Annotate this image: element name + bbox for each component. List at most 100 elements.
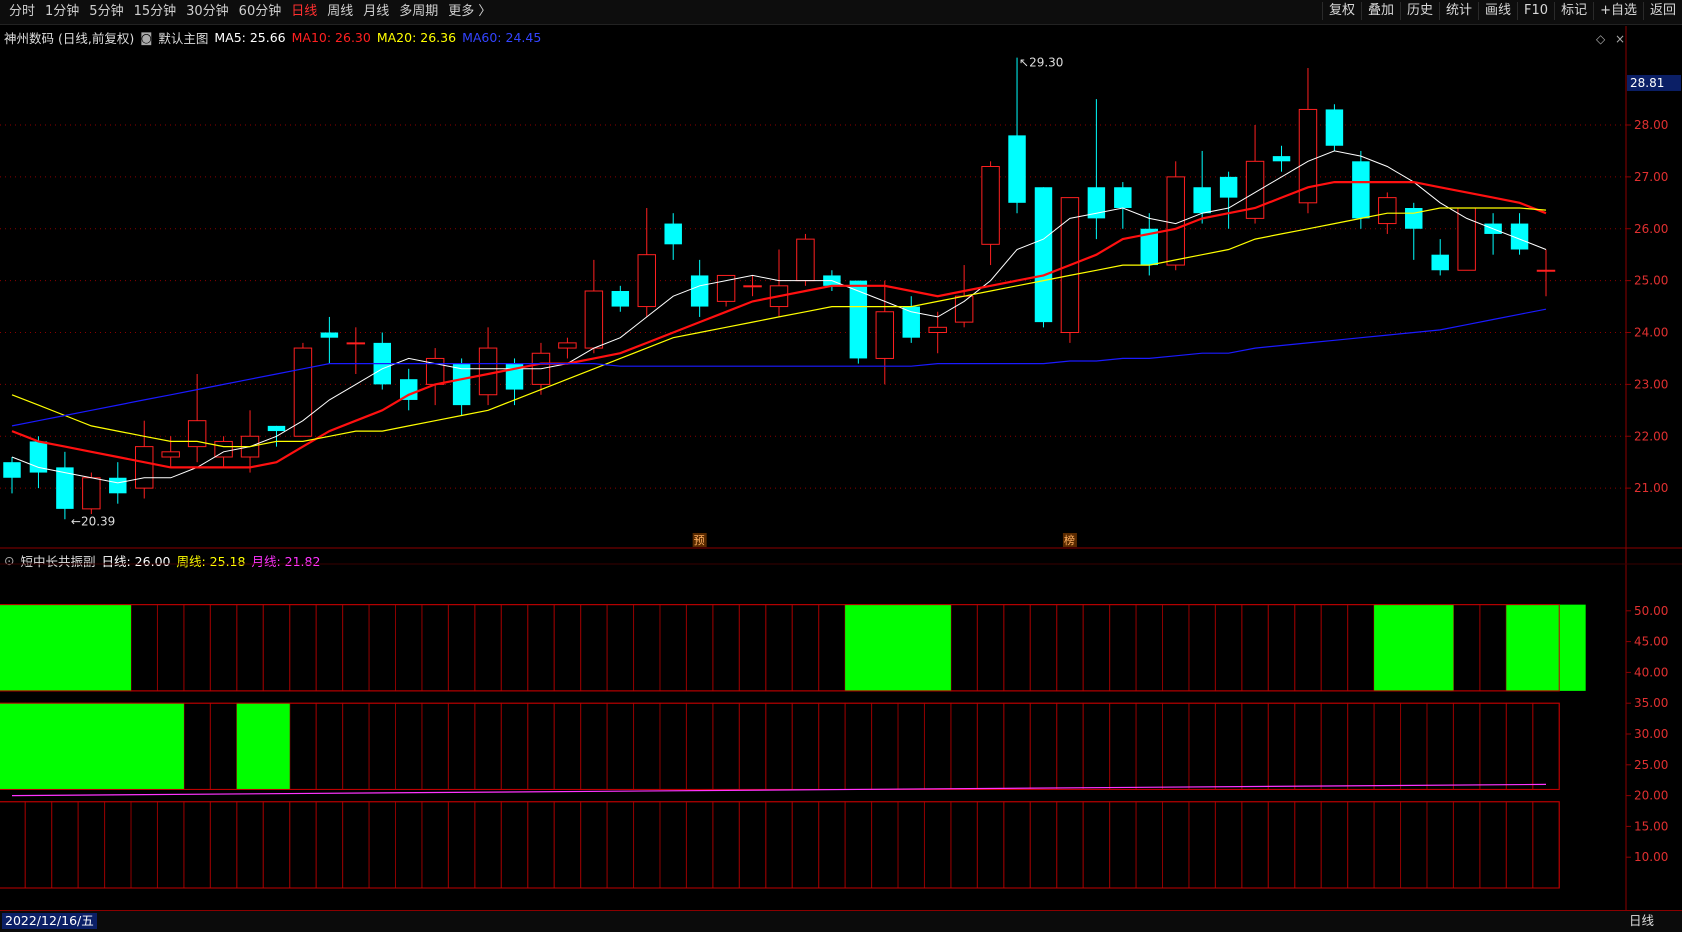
candle-body bbox=[637, 254, 656, 308]
band-cell-日线 bbox=[447, 604, 476, 692]
band-cell-日线 bbox=[659, 604, 687, 692]
candle-body bbox=[743, 285, 762, 288]
band-cell-周线 bbox=[1056, 702, 1084, 790]
band-cell-月线 bbox=[77, 801, 106, 889]
band-cell-日线 bbox=[712, 604, 740, 692]
band-cell-月线 bbox=[1241, 801, 1269, 889]
candle-body bbox=[109, 477, 127, 494]
band-cell-日线 bbox=[342, 604, 370, 692]
band-cell-周线 bbox=[474, 702, 502, 790]
band-cell-周线 bbox=[1452, 702, 1481, 790]
candle-body bbox=[3, 462, 21, 478]
band-cell-周线 bbox=[1082, 702, 1111, 790]
band-cell-月线 bbox=[1532, 801, 1560, 889]
ma-line-ma60 bbox=[11, 308, 1547, 427]
band-cell-周线 bbox=[818, 702, 846, 790]
date-cursor-label: 2022/12/16/五 bbox=[2, 913, 97, 929]
band-cell-周线 bbox=[791, 702, 820, 790]
band-cell-周线 bbox=[1029, 702, 1058, 790]
band-cell-月线 bbox=[1082, 801, 1111, 889]
band-cell-日线 bbox=[606, 604, 635, 692]
band-green-周线 bbox=[236, 703, 290, 790]
band-cell-日线 bbox=[1056, 604, 1084, 692]
band-cell-周线 bbox=[209, 702, 238, 790]
band-cell-日线 bbox=[156, 604, 185, 692]
band-cell-月线 bbox=[0, 801, 26, 889]
band-cell-周线 bbox=[871, 702, 899, 790]
candle-body bbox=[478, 347, 498, 396]
band-cell-日线 bbox=[685, 604, 714, 692]
band-cell-日线 bbox=[1162, 604, 1190, 692]
band-cell-日线 bbox=[395, 604, 423, 692]
band-cell-月线 bbox=[1214, 801, 1243, 889]
band-cell-月线 bbox=[156, 801, 185, 889]
band-cell-月线 bbox=[1400, 801, 1428, 889]
band-cell-月线 bbox=[1003, 801, 1031, 889]
candle-body bbox=[293, 347, 313, 437]
band-cell-月线 bbox=[527, 801, 555, 889]
band-cell-周线 bbox=[1505, 702, 1534, 790]
band-cell-周线 bbox=[1003, 702, 1031, 790]
band-cell-月线 bbox=[500, 801, 529, 889]
band-cell-月线 bbox=[844, 801, 873, 889]
band-cell-月线 bbox=[1109, 801, 1137, 889]
y-tick-label: 24.00 bbox=[1634, 326, 1668, 340]
band-cell-日线 bbox=[1188, 604, 1216, 692]
band-cell-月线 bbox=[1162, 801, 1190, 889]
event-mark: 预 bbox=[694, 534, 705, 547]
band-cell-周线 bbox=[1162, 702, 1190, 790]
sub-y-tick-label: 20.00 bbox=[1634, 789, 1668, 803]
sub-y-tick-label: 10.00 bbox=[1634, 850, 1668, 864]
band-cell-周线 bbox=[923, 702, 952, 790]
candle-body bbox=[664, 223, 682, 245]
candle-body bbox=[1008, 135, 1026, 203]
band-frame-日线 bbox=[0, 604, 1560, 692]
band-green-日线 bbox=[845, 604, 951, 691]
y-tick-label: 25.00 bbox=[1634, 274, 1668, 288]
band-cell-日线 bbox=[580, 604, 608, 692]
low-annotation: ←20.39 bbox=[71, 514, 115, 528]
band-cell-周线 bbox=[289, 702, 317, 790]
band-cell-日线 bbox=[1109, 604, 1137, 692]
candle-body bbox=[161, 451, 180, 458]
band-cell-周线 bbox=[1400, 702, 1428, 790]
sub-y-tick-label: 15.00 bbox=[1634, 819, 1668, 833]
candle-body bbox=[690, 275, 709, 307]
candle-body bbox=[584, 290, 604, 349]
candle-body bbox=[902, 306, 920, 338]
band-cell-月线 bbox=[24, 801, 53, 889]
band-cell-月线 bbox=[447, 801, 476, 889]
band-cell-日线 bbox=[474, 604, 502, 692]
band-cell-周线 bbox=[844, 702, 873, 790]
candle-body bbox=[981, 166, 1000, 245]
sub-y-tick-label: 50.00 bbox=[1634, 604, 1668, 618]
band-cell-月线 bbox=[950, 801, 978, 889]
candle-body bbox=[1352, 161, 1370, 219]
band-cell-日线 bbox=[289, 604, 317, 692]
band-cell-日线 bbox=[1214, 604, 1243, 692]
kline-chart[interactable]: 21.00 22.00 23.00 24.00 25.00 26.00 27.00 28.00… bbox=[0, 0, 1682, 931]
band-cell-周线 bbox=[765, 702, 793, 790]
band-cell-月线 bbox=[791, 801, 820, 889]
candle-body bbox=[1405, 208, 1423, 229]
band-cell-月线 bbox=[685, 801, 714, 889]
band-green-日线 bbox=[0, 604, 132, 691]
candle-body bbox=[1536, 269, 1556, 272]
period-label[interactable]: 日线 bbox=[1629, 913, 1654, 929]
band-cell-月线 bbox=[1505, 801, 1534, 889]
band-cell-周线 bbox=[1267, 702, 1296, 790]
candle-body bbox=[1378, 197, 1397, 225]
band-cell-月线 bbox=[104, 801, 132, 889]
high-annotation: ↖29.30 bbox=[1019, 56, 1063, 70]
band-cell-月线 bbox=[421, 801, 449, 889]
band-cell-周线 bbox=[527, 702, 555, 790]
y-tick-label: 22.00 bbox=[1634, 429, 1668, 443]
band-cell-日线 bbox=[976, 604, 1005, 692]
band-cell-周线 bbox=[315, 702, 344, 790]
band-cell-月线 bbox=[633, 801, 661, 889]
candle-body bbox=[1325, 109, 1344, 146]
band-cell-月线 bbox=[1452, 801, 1481, 889]
candle-body bbox=[1193, 187, 1211, 214]
band-cell-月线 bbox=[659, 801, 687, 889]
band-green-日线 bbox=[1374, 604, 1454, 691]
